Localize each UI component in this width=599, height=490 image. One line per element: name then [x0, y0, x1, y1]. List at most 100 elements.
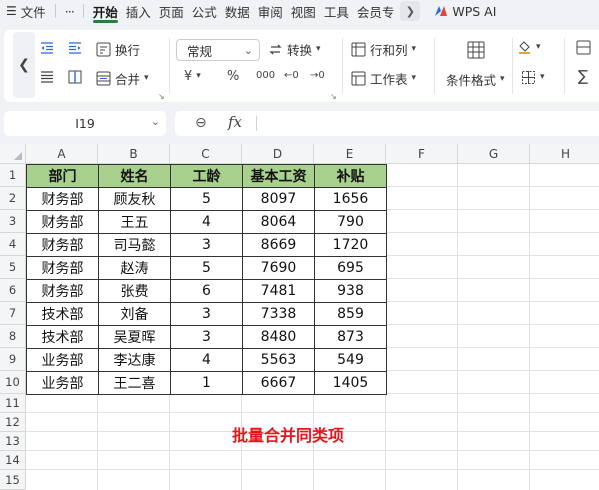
cell[interactable]: 赵涛 [98, 256, 171, 280]
merge-button[interactable]: 合并 ▾ [96, 69, 149, 88]
cell[interactable]: 财务部 [26, 210, 99, 234]
row-header[interactable]: 15 [0, 470, 26, 490]
tab-page[interactable]: 页面 [155, 0, 188, 22]
tab-formula[interactable]: 公式 [188, 0, 221, 22]
cell[interactable]: 7338 [242, 302, 315, 326]
cell[interactable]: 财务部 [26, 233, 99, 257]
column-header-d[interactable]: D [242, 144, 314, 164]
dialog-launcher-icon[interactable]: ↘ [330, 92, 337, 101]
cell[interactable]: 3 [170, 233, 243, 257]
row-header[interactable]: 9 [0, 348, 26, 371]
cell[interactable]: 技术部 [26, 302, 99, 326]
percent-button[interactable]: % [227, 70, 239, 83]
header-cell[interactable]: 姓名 [98, 164, 171, 188]
zoom-icon[interactable]: ⊖ [195, 115, 207, 131]
cell[interactable]: 1720 [314, 233, 387, 257]
fx-icon[interactable]: fx [228, 113, 242, 131]
cell[interactable]: 790 [314, 210, 387, 234]
cell[interactable]: 业务部 [26, 348, 99, 372]
cell[interactable]: 6667 [242, 371, 315, 395]
chevron-left-icon[interactable]: ❮ [13, 32, 35, 98]
column-header-b[interactable]: B [98, 144, 170, 164]
cell[interactable]: 1 [170, 371, 243, 395]
cell[interactable]: 技术部 [26, 325, 99, 349]
borders-button[interactable]: ▾ [521, 70, 545, 85]
thousands-separator-button[interactable]: 000 [256, 71, 275, 81]
cell[interactable]: 3 [170, 302, 243, 326]
cell[interactable]: 司马懿 [98, 233, 171, 257]
row-header[interactable]: 1 [0, 164, 26, 187]
cell[interactable]: 张费 [98, 279, 171, 303]
cell[interactable]: 873 [314, 325, 387, 349]
column-header-h[interactable]: H [530, 144, 599, 164]
cell[interactable]: 1405 [314, 371, 387, 395]
tab-home[interactable]: 开始 [89, 0, 122, 23]
dialog-launcher-icon[interactable]: ↘ [158, 92, 165, 101]
cell[interactable]: 吴夏晖 [98, 325, 171, 349]
cell[interactable]: 李达康 [98, 348, 171, 372]
convert-button[interactable]: 转换 ▾ [268, 40, 321, 59]
row-header[interactable]: 7 [0, 302, 26, 325]
cell[interactable]: 3 [170, 325, 243, 349]
tab-tools[interactable]: 工具 [320, 0, 353, 22]
column-header-c[interactable]: C [170, 144, 242, 164]
cell[interactable]: 4 [170, 348, 243, 372]
cell[interactable]: 5563 [242, 348, 315, 372]
decrease-decimal-button[interactable]: →0 [310, 71, 325, 81]
cell[interactable]: 859 [314, 302, 387, 326]
select-all-corner[interactable] [0, 144, 26, 164]
tab-view[interactable]: 视图 [287, 0, 320, 22]
cell[interactable]: 财务部 [26, 256, 99, 280]
name-box[interactable]: I19 ⌄ [4, 111, 166, 136]
row-header[interactable]: 2 [0, 187, 26, 210]
row-header[interactable]: 6 [0, 279, 26, 302]
spreadsheet-grid[interactable]: A B C D E F G H 1 2 3 4 5 6 7 8 9 10 11 … [0, 144, 599, 490]
cell[interactable]: 王五 [98, 210, 171, 234]
wps-ai-button[interactable]: WPS AI [434, 4, 496, 19]
file-menu-button[interactable]: ☰ 文件 [0, 0, 50, 22]
tab-member[interactable]: 会员专 [353, 0, 399, 22]
cell[interactable]: 刘备 [98, 302, 171, 326]
chevron-down-icon[interactable]: ⌄ [151, 115, 160, 128]
cell[interactable]: 财务部 [26, 279, 99, 303]
column-header-e[interactable]: E [314, 144, 386, 164]
cell[interactable]: 695 [314, 256, 387, 280]
cell[interactable]: 业务部 [26, 371, 99, 395]
row-header[interactable]: 11 [0, 394, 26, 413]
cell[interactable]: 8669 [242, 233, 315, 257]
header-cell[interactable]: 补贴 [314, 164, 387, 188]
wrap-text-button[interactable]: 换行 [96, 40, 140, 59]
row-header[interactable]: 12 [0, 413, 26, 432]
align-right-button[interactable] [68, 41, 82, 55]
row-header[interactable]: 3 [0, 210, 26, 233]
row-header[interactable]: 13 [0, 432, 26, 451]
column-header-g[interactable]: G [458, 144, 530, 164]
number-format-select[interactable]: 常规 ⌄ [176, 39, 260, 61]
cell[interactable]: 549 [314, 348, 387, 372]
cell[interactable]: 8097 [242, 187, 315, 211]
cell[interactable]: 1656 [314, 187, 387, 211]
row-header[interactable]: 10 [0, 371, 26, 394]
fill-color-button[interactable]: ▾ [517, 40, 541, 55]
distributed-align-button[interactable] [40, 70, 54, 84]
tab-review[interactable]: 审阅 [254, 0, 287, 22]
cell[interactable]: 4 [170, 210, 243, 234]
cell[interactable]: 8064 [242, 210, 315, 234]
header-cell[interactable]: 基本工资 [242, 164, 315, 188]
worksheet-button[interactable]: 工作表 ▾ [351, 69, 416, 88]
autosum-button[interactable]: ∑ [578, 69, 588, 84]
formula-bar[interactable]: ⊖ fx [175, 111, 599, 136]
justify-button[interactable] [68, 70, 82, 84]
cell[interactable]: 5 [170, 187, 243, 211]
header-cell[interactable]: 部门 [26, 164, 99, 188]
cell[interactable]: 7690 [242, 256, 315, 280]
increase-decimal-button[interactable]: ←0 [284, 71, 299, 81]
table-style-button[interactable] [467, 41, 485, 59]
tab-insert[interactable]: 插入 [122, 0, 155, 22]
conditional-format-button[interactable]: 条件格式 ▾ [446, 70, 505, 89]
chevron-right-icon[interactable]: ❯ [400, 1, 421, 21]
more-menu-button[interactable]: ··· [61, 0, 78, 22]
cell[interactable]: 7481 [242, 279, 315, 303]
cell[interactable]: 5 [170, 256, 243, 280]
column-header-a[interactable]: A [26, 144, 98, 164]
